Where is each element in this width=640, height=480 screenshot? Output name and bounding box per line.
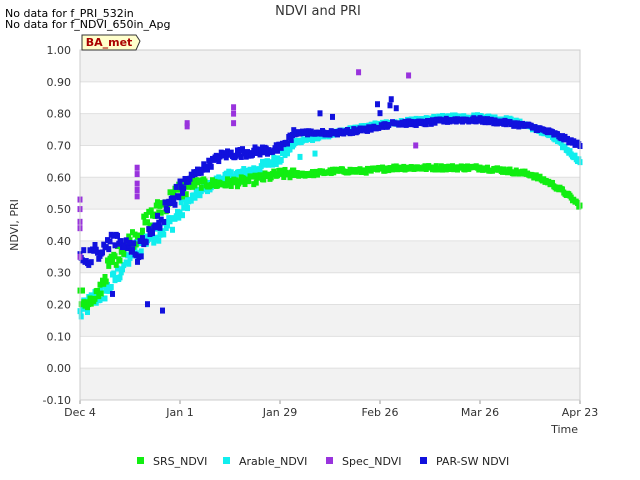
- legend-swatch: [420, 457, 427, 464]
- y-axis-label: NDVI, PRI: [8, 199, 21, 251]
- legend-label: PAR-SW NDVI: [436, 455, 509, 468]
- x-axis: Dec 4 Jan 1 Jan 29 Feb 26 Mar 26 Apr 23: [64, 400, 598, 419]
- data-point: [317, 110, 323, 117]
- grid-band: [80, 304, 580, 337]
- y-tick-label: 1.00: [47, 44, 72, 57]
- data-point: [413, 142, 419, 149]
- y-tick-label: 0.30: [47, 267, 72, 280]
- data-point: [134, 193, 140, 200]
- data-point: [172, 201, 178, 208]
- data-point: [406, 72, 412, 79]
- data-point: [181, 185, 187, 192]
- ndvi-pri-chart: NDVI and PRI -0.100.000.100.200.300.400.…: [8, 4, 598, 468]
- data-point: [134, 164, 140, 171]
- x-axis-label: Time: [550, 423, 578, 436]
- data-point: [388, 96, 394, 103]
- data-point: [106, 246, 112, 253]
- data-point: [80, 287, 85, 294]
- y-tick-label: 0.10: [47, 330, 72, 343]
- data-point: [375, 101, 380, 108]
- x-tick-label: Mar 26: [461, 406, 499, 419]
- x-tick-label: Jan 1: [165, 406, 193, 419]
- data-point: [387, 102, 393, 109]
- data-point: [170, 226, 175, 233]
- x-tick-label: Dec 4: [64, 406, 96, 419]
- data-point: [100, 249, 105, 256]
- data-point: [184, 123, 190, 130]
- y-tick-label: 0.60: [47, 171, 72, 184]
- data-point: [231, 104, 237, 111]
- legend: SRS_NDVI Arable_NDVI Spec_NDVI PAR-SW NDVI: [137, 455, 509, 468]
- data-point: [208, 163, 214, 170]
- data-point: [157, 224, 163, 231]
- chart-title: NDVI and PRI: [275, 4, 361, 19]
- data-point: [121, 250, 127, 257]
- data-point: [108, 283, 114, 290]
- data-point: [297, 153, 303, 160]
- data-point: [138, 253, 144, 260]
- x-tick-label: Jan 29: [262, 406, 297, 419]
- ba-met-badge: BA_met: [81, 34, 141, 51]
- legend-swatch: [137, 457, 144, 464]
- data-point: [156, 237, 162, 244]
- data-point: [110, 290, 115, 297]
- data-point: [161, 218, 167, 225]
- y-tick-label: 0.40: [47, 235, 72, 248]
- y-tick-label: 0.70: [47, 139, 72, 152]
- y-tick-label: 0.90: [47, 76, 72, 89]
- data-point: [356, 69, 362, 76]
- data-point: [160, 307, 165, 314]
- data-point: [377, 110, 383, 117]
- y-tick-label: 0.00: [47, 362, 72, 375]
- data-point: [103, 278, 109, 285]
- data-point: [81, 247, 87, 254]
- data-point: [107, 238, 113, 245]
- data-point: [393, 105, 399, 112]
- grid-band: [80, 240, 580, 273]
- data-point: [185, 205, 190, 212]
- data-point: [165, 207, 170, 214]
- legend-label: SRS_NDVI: [153, 455, 207, 468]
- data-point: [231, 110, 237, 117]
- legend-label: Arable_NDVI: [239, 455, 307, 468]
- legend-swatch: [326, 457, 333, 464]
- data-point: [115, 232, 120, 239]
- legend-swatch: [223, 457, 230, 464]
- x-tick-label: Apr 23: [562, 406, 599, 419]
- y-tick-label: 0.50: [47, 203, 72, 216]
- data-point: [126, 260, 132, 267]
- data-point: [145, 301, 150, 308]
- y-tick-label: 0.20: [47, 299, 72, 312]
- data-point: [143, 239, 149, 246]
- data-point: [312, 150, 318, 157]
- grid-band: [80, 368, 580, 400]
- data-point: [177, 178, 183, 185]
- data-point: [173, 183, 179, 190]
- data-point: [134, 180, 140, 187]
- data-point: [134, 171, 140, 178]
- y-tick-label: 0.80: [47, 108, 72, 121]
- data-point: [180, 212, 185, 219]
- data-point: [98, 290, 104, 297]
- legend-label: Spec_NDVI: [342, 455, 402, 468]
- data-point: [198, 184, 204, 191]
- y-axis: -0.100.000.100.200.300.400.500.600.700.8…: [43, 44, 71, 407]
- data-point: [330, 113, 335, 120]
- x-tick-label: Feb 26: [362, 406, 399, 419]
- data-point: [88, 259, 94, 266]
- data-point: [117, 257, 123, 264]
- grid-band: [80, 50, 580, 82]
- data-point: [161, 231, 167, 238]
- data-point: [231, 120, 237, 127]
- data-point: [150, 230, 155, 237]
- data-point: [131, 240, 137, 247]
- badge-text: BA_met: [86, 36, 133, 49]
- data-point: [134, 187, 140, 193]
- data-point: [140, 227, 145, 234]
